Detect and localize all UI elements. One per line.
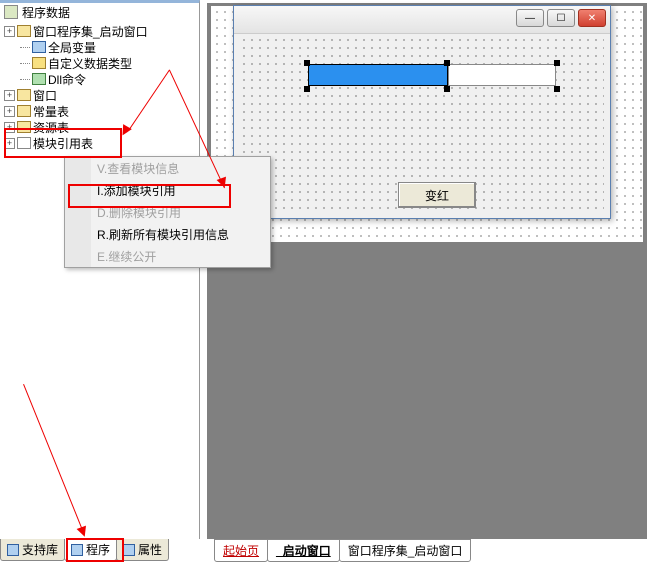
editbox-selected[interactable]: [308, 64, 448, 86]
menu-delete-module-ref: D.删除模块引用: [65, 201, 270, 223]
tree-node-global-vars[interactable]: 全局变量: [0, 39, 199, 55]
tree-node-windows[interactable]: + 窗口: [0, 87, 199, 103]
tree-header-icon: [4, 5, 18, 19]
expand-icon[interactable]: +: [4, 90, 15, 101]
left-bottom-tabs: 支持库 程序 属性: [0, 539, 168, 561]
editbox-plain[interactable]: [448, 64, 556, 86]
tab-window-assembly[interactable]: 窗口程序集_启动窗口: [339, 539, 472, 562]
module-icon: [17, 137, 31, 149]
close-button[interactable]: ✕: [578, 9, 606, 27]
right-bottom-tabs: 起始页 _启动窗口 窗口程序集_启动窗口: [214, 540, 470, 562]
tree-node-resources[interactable]: + 资源表: [0, 119, 199, 135]
form-designer-window[interactable]: — ☐ ✕ 变红: [233, 5, 611, 219]
tab-properties[interactable]: 属性: [116, 539, 169, 561]
tree-header: 程序数据: [0, 3, 199, 21]
form-client-area[interactable]: 变红: [240, 36, 604, 212]
menu-view-module-info: V.查看模块信息: [65, 157, 270, 179]
tab-icon: [71, 544, 83, 556]
selection-handle[interactable]: [444, 86, 450, 92]
selection-handle[interactable]: [304, 86, 310, 92]
tree-body: + 窗口程序集_启动窗口 全局变量 自定义数据类型 Dll命令 + 窗口 +: [0, 21, 199, 153]
right-area: — ☐ ✕ 变红: [201, 0, 652, 566]
tab-start-page[interactable]: 起始页: [214, 539, 268, 562]
tree-node-constants[interactable]: + 常量表: [0, 103, 199, 119]
tree-node-window-assembly[interactable]: + 窗口程序集_启动窗口: [0, 23, 199, 39]
selection-handle[interactable]: [554, 60, 560, 66]
tab-icon: [7, 544, 19, 556]
window-buttons: — ☐ ✕: [516, 9, 606, 27]
tree-header-label: 程序数据: [22, 4, 70, 21]
maximize-button[interactable]: ☐: [547, 9, 575, 27]
expand-icon[interactable]: +: [4, 106, 15, 117]
type-icon: [32, 57, 46, 69]
form-titlebar[interactable]: — ☐ ✕: [234, 6, 610, 34]
selection-handle[interactable]: [304, 60, 310, 66]
form-button-label: 变红: [425, 187, 449, 204]
var-icon: [32, 41, 46, 53]
tree-node-module-refs[interactable]: + 模块引用表: [0, 135, 199, 151]
form-button-change-red[interactable]: 变红: [398, 182, 476, 208]
tab-icon: [123, 544, 135, 556]
tab-support-lib[interactable]: 支持库: [0, 539, 65, 561]
expand-icon[interactable]: +: [4, 138, 15, 149]
tree-node-custom-types[interactable]: 自定义数据类型: [0, 55, 199, 71]
context-menu: V.查看模块信息 I.添加模块引用 D.删除模块引用 R.刷新所有模块引用信息 …: [64, 156, 271, 268]
expand-icon[interactable]: +: [4, 26, 15, 37]
minimize-button[interactable]: —: [516, 9, 544, 27]
folder-icon: [17, 89, 31, 101]
left-tree-panel: 程序数据 + 窗口程序集_启动窗口 全局变量 自定义数据类型 Dll命令 + 窗…: [0, 0, 200, 539]
folder-icon: [17, 105, 31, 117]
folder-icon: [17, 25, 31, 37]
tree-node-dll[interactable]: Dll命令: [0, 71, 199, 87]
menu-continue-public: E.继续公开: [65, 245, 270, 267]
folder-icon: [17, 121, 31, 133]
menu-refresh-module-refs[interactable]: R.刷新所有模块引用信息: [65, 223, 270, 245]
tab-startup-window[interactable]: _启动窗口: [267, 539, 340, 562]
expand-icon[interactable]: +: [4, 122, 15, 133]
menu-add-module-ref[interactable]: I.添加模块引用: [65, 179, 270, 201]
selection-handle[interactable]: [444, 60, 450, 66]
tab-program[interactable]: 程序: [64, 539, 117, 561]
dll-icon: [32, 73, 46, 85]
selection-handle[interactable]: [554, 86, 560, 92]
